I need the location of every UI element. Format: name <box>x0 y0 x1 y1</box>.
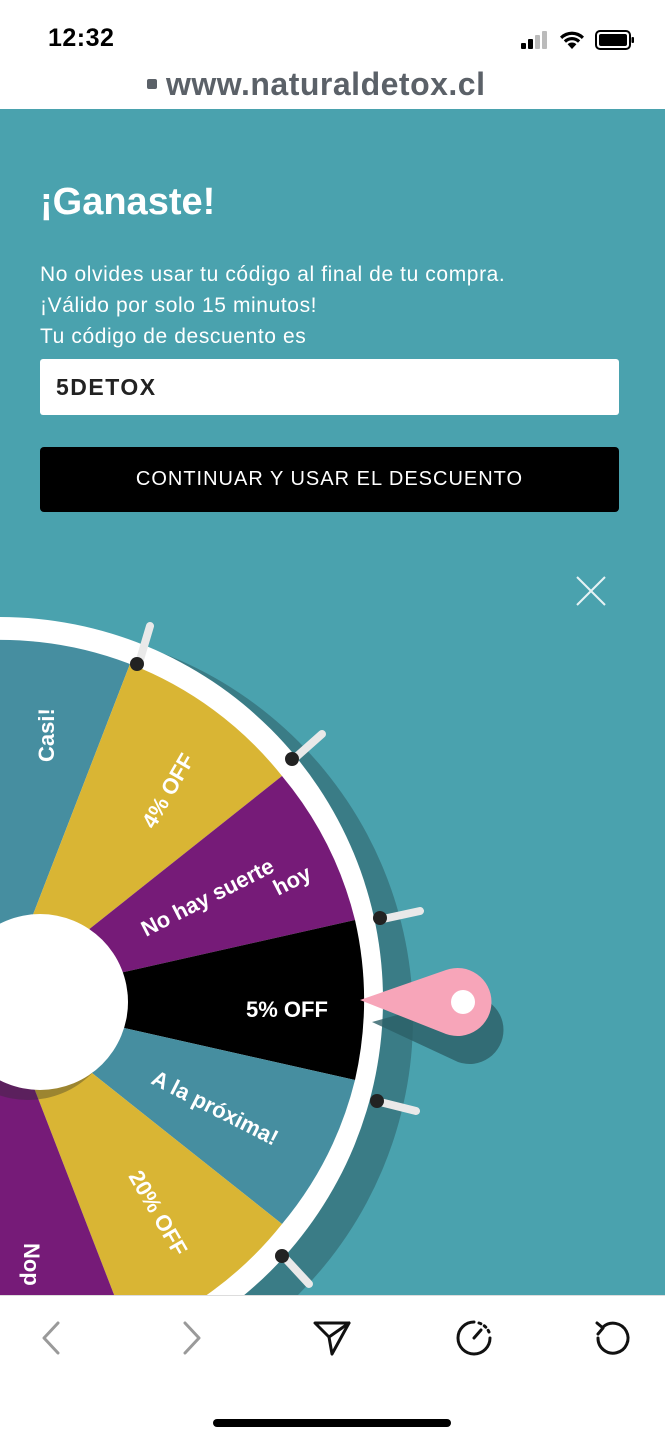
discount-code-field[interactable]: 5DETOX <box>40 359 619 415</box>
timer-button[interactable] <box>452 1316 496 1360</box>
reload-icon <box>595 1321 630 1355</box>
signal-icon <box>521 31 547 49</box>
browser-toolbar <box>0 1295 665 1440</box>
back-icon <box>42 1321 60 1355</box>
win-message-line-3: Tu código de descuento es <box>40 325 307 348</box>
back-button[interactable] <box>29 1316 73 1360</box>
share-icon <box>313 1321 351 1356</box>
spin-wheel-popup: Casi! 4% OFF No hay suerte hoy 5% OFF A … <box>0 109 665 1295</box>
wheel-label-nop: Nop <box>19 1243 44 1286</box>
lock-icon <box>147 79 157 89</box>
forward-button[interactable] <box>170 1316 214 1360</box>
url-text: www.naturaldetox.cl <box>166 70 486 102</box>
close-icon[interactable] <box>574 574 608 608</box>
url-bar[interactable]: www.naturaldetox.cl <box>0 70 665 110</box>
share-button[interactable] <box>310 1316 354 1360</box>
forward-icon <box>183 1321 201 1355</box>
win-title: ¡Ganaste! <box>40 181 216 223</box>
battery-icon <box>595 30 634 50</box>
timer-icon <box>456 1320 492 1356</box>
status-bar: 12:32 <box>0 0 665 70</box>
win-message-line-1: No olvides usar tu código al final de tu… <box>40 263 506 286</box>
status-icons <box>521 28 635 52</box>
wifi-icon <box>560 31 584 49</box>
status-time: 12:32 <box>48 24 115 52</box>
wheel-label-casi: Casi! <box>34 708 59 762</box>
continue-button[interactable]: CONTINUAR Y USAR EL DESCUENTO <box>40 447 619 512</box>
home-indicator <box>213 1419 451 1427</box>
reload-button[interactable] <box>591 1316 635 1360</box>
win-message-line-2: ¡Válido por solo 15 minutos! <box>40 294 318 317</box>
wheel-label-5-off: 5% OFF <box>246 997 328 1022</box>
